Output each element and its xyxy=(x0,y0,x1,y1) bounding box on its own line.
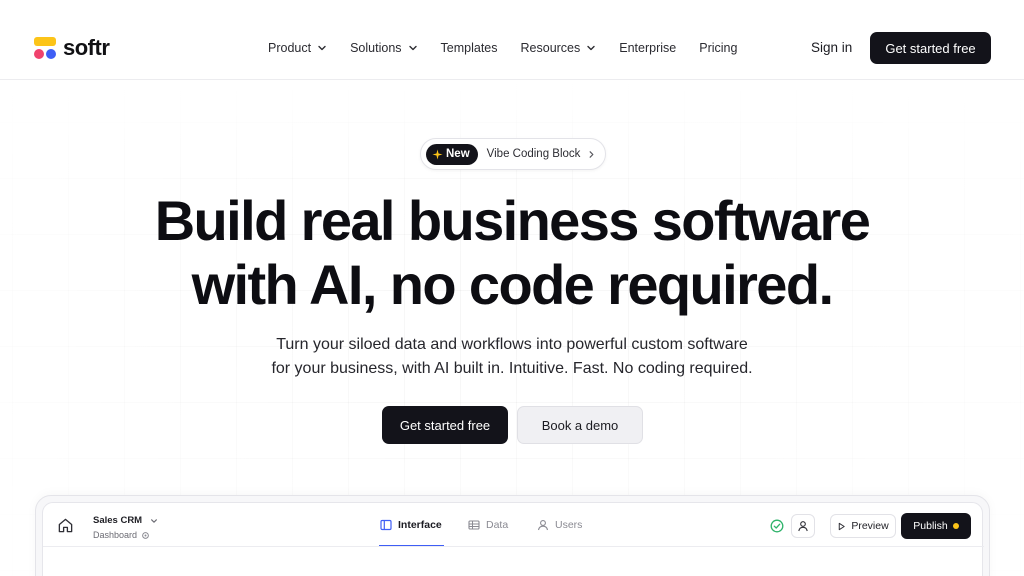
sign-in-link[interactable]: Sign in xyxy=(811,39,852,57)
preview-header-divider xyxy=(43,546,984,547)
page-name: Dashboard xyxy=(93,530,138,540)
headline-line-1: Build real business software xyxy=(154,189,871,252)
new-badge: New xyxy=(426,143,478,165)
project-name: Sales CRM xyxy=(93,515,143,526)
menu-item-solutions[interactable]: Solutions xyxy=(350,39,417,57)
preview-label: Preview xyxy=(851,520,889,532)
menu-item-label: Templates xyxy=(440,41,498,55)
tab-label: Interface xyxy=(398,519,442,531)
chevron-down-icon xyxy=(587,45,595,51)
menu-item-resources[interactable]: Resources xyxy=(521,39,597,57)
logo-wordmark: softr xyxy=(63,35,110,60)
announcement-pill[interactable]: New Vibe Coding Block xyxy=(420,138,606,170)
tab-data[interactable]: Data xyxy=(468,519,508,531)
layout-icon xyxy=(380,519,392,531)
table-icon xyxy=(468,520,480,530)
menu-item-label: Pricing xyxy=(699,41,738,55)
user-switch-button[interactable] xyxy=(791,514,815,538)
tab-label: Data xyxy=(486,519,509,531)
project-selector[interactable]: Sales CRM xyxy=(93,515,158,526)
main-menu: Product Solutions Templates Resources En… xyxy=(268,39,737,57)
headline-line-2: with AI, no code required. xyxy=(191,253,834,316)
nav-get-started-button[interactable]: Get started free xyxy=(870,32,991,64)
home-icon[interactable] xyxy=(57,517,74,534)
check-circle-icon xyxy=(770,519,784,533)
logo-mark-icon xyxy=(34,36,58,60)
subheadline-line-1: Turn your siloed data and workflows into… xyxy=(276,336,748,353)
sparkle-icon xyxy=(432,148,443,160)
menu-item-label: Product xyxy=(268,41,312,55)
tab-users[interactable]: Users xyxy=(537,519,582,531)
play-icon xyxy=(839,522,846,530)
chevron-right-icon xyxy=(589,150,594,158)
menu-item-label: Solutions xyxy=(350,41,402,55)
chevron-down-icon xyxy=(408,45,417,51)
subheadline-line-2: for your business, with AI built in. Int… xyxy=(271,360,753,377)
book-demo-button[interactable]: Book a demo xyxy=(517,406,643,444)
menu-item-pricing[interactable]: Pricing xyxy=(699,39,737,57)
chevron-down-icon xyxy=(318,45,326,51)
announcement-text: Vibe Coding Block xyxy=(486,148,581,160)
hero-headline: Build real business software with AI, no… xyxy=(112,189,912,317)
hero-subheadline: Turn your siloed data and workflows into… xyxy=(212,333,812,381)
hero-get-started-button[interactable]: Get started free xyxy=(382,406,508,444)
gear-icon xyxy=(142,531,149,539)
menu-item-product[interactable]: Product xyxy=(268,39,327,57)
publish-label: Publish xyxy=(913,520,948,532)
preview-button[interactable]: Preview xyxy=(830,514,896,538)
user-icon xyxy=(537,520,549,531)
app-preview-window: Sales CRM Dashboard Interface Data Users… xyxy=(42,502,984,576)
menu-item-templates[interactable]: Templates xyxy=(441,39,498,57)
unpublished-indicator-dot xyxy=(952,523,959,529)
user-icon xyxy=(798,521,808,532)
top-navigation: softr Product Solutions Templates Resour… xyxy=(0,0,1024,80)
tab-label: Users xyxy=(555,519,583,531)
new-badge-label: New xyxy=(446,148,470,160)
menu-item-label: Enterprise xyxy=(619,41,677,55)
menu-item-enterprise[interactable]: Enterprise xyxy=(619,39,676,57)
softr-logo[interactable]: softr xyxy=(34,35,110,60)
chevron-down-icon xyxy=(151,518,158,523)
tab-interface[interactable]: Interface xyxy=(380,519,442,531)
publish-button[interactable]: Publish xyxy=(901,513,971,539)
page-selector[interactable]: Dashboard xyxy=(93,530,150,540)
menu-item-label: Resources xyxy=(520,41,581,55)
